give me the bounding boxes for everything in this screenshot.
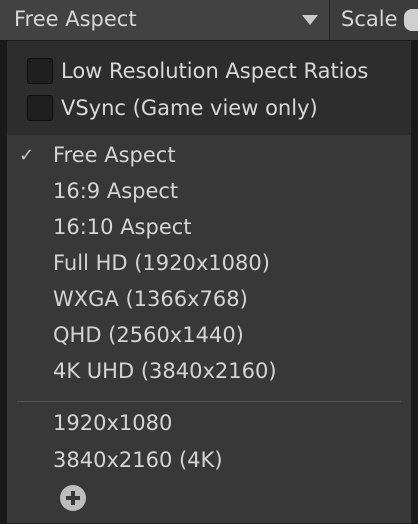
aspect-item-label: 4K UHD (3840x2160) bbox=[53, 359, 277, 383]
aspect-item-label: QHD (2560x1440) bbox=[53, 323, 244, 347]
aspect-item-16-9[interactable]: 16:9 Aspect bbox=[7, 175, 411, 209]
aspect-item-qhd[interactable]: QHD (2560x1440) bbox=[7, 319, 411, 353]
aspect-item-label: WXGA (1366x768) bbox=[53, 287, 248, 311]
game-view-toolbar: Free Aspect Scale bbox=[0, 0, 418, 40]
plus-circle-icon-stem bbox=[71, 491, 75, 505]
scale-slider-knob[interactable] bbox=[404, 9, 418, 31]
aspect-dropdown[interactable]: Free Aspect bbox=[0, 0, 330, 40]
low-resolution-checkbox[interactable] bbox=[27, 58, 53, 84]
aspect-item-wxga[interactable]: WXGA (1366x768) bbox=[7, 283, 411, 317]
option-low-resolution[interactable]: Low Resolution Aspect Ratios bbox=[7, 54, 411, 90]
option-label: VSync (Game view only) bbox=[61, 96, 318, 120]
add-aspect-button[interactable] bbox=[60, 485, 86, 511]
aspect-item-label: 3840x2160 (4K) bbox=[53, 448, 223, 472]
aspect-item-4k-uhd[interactable]: 4K UHD (3840x2160) bbox=[7, 355, 411, 389]
game-view-aspect-popup: Free Aspect Scale Low Resolution Aspect … bbox=[0, 0, 418, 524]
aspect-item-full-hd[interactable]: Full HD (1920x1080) bbox=[7, 247, 411, 281]
option-label: Low Resolution Aspect Ratios bbox=[61, 59, 369, 83]
scale-label: Scale bbox=[341, 7, 398, 31]
aspect-item-free-aspect[interactable]: ✓ Free Aspect bbox=[7, 139, 411, 173]
aspect-item-label: Full HD (1920x1080) bbox=[53, 251, 270, 275]
aspect-item-label: 1920x1080 bbox=[53, 411, 173, 435]
custom-aspect-item-3840x2160[interactable]: 3840x2160 (4K) bbox=[7, 444, 411, 478]
checkmark-icon: ✓ bbox=[19, 145, 35, 166]
aspect-item-label: 16:10 Aspect bbox=[53, 215, 192, 239]
menu-divider bbox=[17, 401, 401, 402]
custom-aspect-item-1920x1080[interactable]: 1920x1080 bbox=[7, 407, 411, 441]
aspect-item-label: 16:9 Aspect bbox=[53, 179, 179, 203]
aspect-item-16-10[interactable]: 16:10 Aspect bbox=[7, 211, 411, 245]
aspect-dropdown-label: Free Aspect bbox=[14, 7, 137, 31]
vsync-checkbox[interactable] bbox=[27, 95, 53, 121]
aspect-menu: Low Resolution Aspect Ratios VSync (Game… bbox=[6, 40, 412, 524]
option-vsync[interactable]: VSync (Game view only) bbox=[7, 91, 411, 127]
dropdown-arrow-icon bbox=[302, 15, 318, 25]
menu-options-section: Low Resolution Aspect Ratios VSync (Game… bbox=[7, 41, 411, 135]
aspect-item-label: Free Aspect bbox=[53, 143, 176, 167]
